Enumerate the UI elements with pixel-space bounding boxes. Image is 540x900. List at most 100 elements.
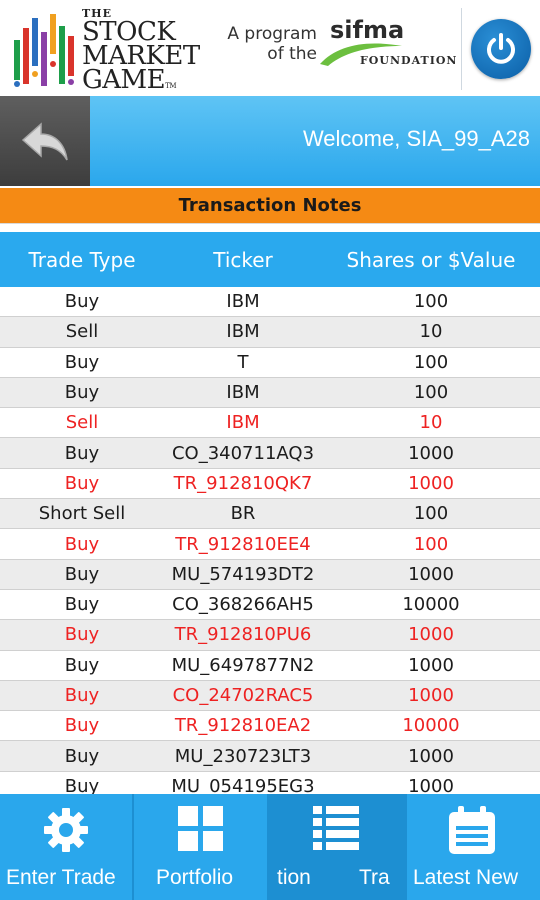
nav-label: Latest New	[413, 866, 519, 889]
calendar-icon	[449, 806, 495, 854]
stock-market-game-logo-icon	[14, 14, 74, 87]
logout-button[interactable]	[461, 8, 540, 90]
trade-type-cell: Buy	[64, 563, 100, 585]
value-cell: 100	[413, 503, 449, 525]
ticker-cell: TR_912810EA2	[174, 715, 312, 737]
ticker-cell: BR	[230, 503, 256, 525]
back-button[interactable]	[0, 96, 90, 186]
trade-type-cell: Buy	[64, 624, 100, 646]
ticker-cell: TR_912810QK7	[173, 472, 313, 494]
nav-enter-trade[interactable]: Enter Trade	[0, 794, 134, 900]
trade-type-cell: Buy	[64, 654, 100, 676]
table-header: Trade Type Ticker Shares or $Value	[0, 232, 540, 287]
ticker-cell: TR_912810PU6	[174, 624, 312, 646]
app-header: THE STOCK MARKET GAMETM A program of the…	[0, 0, 540, 96]
nav-label: Enter Trade	[6, 866, 116, 889]
ticker-cell: MU_230723LT3	[174, 745, 312, 767]
trade-type-cell: Sell	[65, 321, 99, 343]
table-row[interactable]: Buy CO_340711AQ3 1000	[0, 438, 540, 469]
trade-type-cell: Buy	[64, 472, 100, 494]
trade-type-cell: Buy	[64, 442, 100, 464]
power-icon	[471, 19, 531, 79]
section-title: Transaction Notes	[0, 188, 540, 224]
table-row[interactable]: Buy TR_912810PU6 1000	[0, 620, 540, 651]
gear-icon	[44, 808, 88, 852]
value-cell: 10000	[402, 594, 460, 616]
grid-icon	[178, 806, 223, 851]
ticker-cell: IBM	[226, 321, 260, 343]
ticker-cell: IBM	[226, 291, 260, 313]
trade-type-cell: Sell	[65, 412, 99, 434]
ticker-cell: CO_368266AH5	[172, 594, 314, 616]
value-cell: 1000	[408, 654, 454, 676]
stock-market-game-logo-text: THE STOCK MARKET GAMETM	[82, 8, 200, 98]
table-row[interactable]: Sell IBM 10	[0, 317, 540, 348]
table-row[interactable]: Buy TR_912810EE4 100	[0, 529, 540, 560]
nav-transactions[interactable]: tion Tra	[269, 794, 407, 900]
logo-game: GAMETM	[82, 65, 176, 95]
table-row[interactable]: Short Sell BR 100	[0, 499, 540, 530]
table-row[interactable]: Buy CO_24702RAC5 1000	[0, 680, 540, 712]
trade-type-cell: Buy	[64, 351, 100, 373]
trade-type-cell: Buy	[64, 382, 100, 404]
list-icon	[313, 806, 359, 850]
back-arrow-icon	[21, 122, 68, 161]
value-cell: 1000	[408, 745, 454, 767]
ticker-cell: IBM	[226, 412, 260, 434]
trade-type-cell: Buy	[64, 685, 100, 706]
ticker-cell: CO_24702RAC5	[172, 685, 314, 706]
trade-type-cell: Buy	[64, 715, 100, 737]
value-cell: 1000	[408, 563, 454, 585]
value-cell: 10	[419, 412, 443, 434]
trade-type-cell: Buy	[64, 291, 100, 313]
ticker-cell: MU_054195EG3	[171, 775, 315, 794]
table-row[interactable]: Buy CO_368266AH5 10000	[0, 590, 540, 621]
welcome-message: Welcome, SIA_99_A28	[302, 126, 530, 151]
column-header-shares-value: Shares or $Value	[346, 247, 516, 272]
value-cell: 10000	[402, 715, 460, 737]
value-cell: 100	[413, 291, 449, 313]
program-of-text: A program of the	[227, 24, 317, 64]
nav-label: Tra	[359, 866, 390, 889]
table-row[interactable]: Buy MU_230723LT3 1000	[0, 741, 540, 772]
trade-type-cell: Buy	[64, 775, 100, 794]
ticker-cell: IBM	[226, 382, 260, 404]
sifma-foundation-logo: sifma FOUNDATION	[318, 16, 460, 76]
value-cell: 1000	[408, 775, 454, 794]
value-cell: 100	[413, 533, 449, 555]
table-row[interactable]: Buy T 100	[0, 348, 540, 378]
transaction-list[interactable]: Buy IBM 100 Sell IBM 10 Buy T 100 Buy IBM 100 Se…	[0, 287, 540, 794]
trade-type-cell: Short Sell	[38, 503, 126, 525]
table-row[interactable]: Buy IBM 100	[0, 377, 540, 409]
value-cell: 1000	[408, 442, 454, 464]
sifma-word: sifma	[330, 16, 405, 44]
sifma-foundation: FOUNDATION	[360, 54, 458, 67]
nav-label: Portfolio	[156, 866, 234, 889]
table-row[interactable]: Buy TR_912810EA2 10000	[0, 711, 540, 742]
welcome-bar: Welcome, SIA_99_A28	[0, 96, 540, 186]
table-row[interactable]: Buy MU_574193DT2 1000	[0, 559, 540, 590]
nav-label: tion	[277, 866, 311, 889]
trade-type-cell: Buy	[64, 533, 100, 555]
value-cell: 10	[419, 321, 443, 343]
trade-type-cell: Buy	[64, 594, 100, 616]
ticker-cell: CO_340711AQ3	[171, 442, 315, 464]
table-row[interactable]: Sell IBM 10	[0, 408, 540, 439]
table-row[interactable]: Buy MU_054195EG3 1000	[0, 772, 540, 794]
value-cell: 100	[413, 382, 449, 404]
column-header-ticker: Ticker	[213, 247, 273, 272]
column-header-trade-type: Trade Type	[28, 247, 136, 272]
ticker-cell: TR_912810EE4	[175, 533, 311, 555]
ticker-cell: MU_6497877N2	[171, 654, 315, 676]
nav-portfolio[interactable]: Portfolio	[134, 794, 269, 900]
value-cell: 100	[413, 351, 449, 373]
table-row[interactable]: Buy IBM 100	[0, 287, 540, 318]
nav-latest-news[interactable]: Latest New	[407, 794, 540, 900]
trade-type-cell: Buy	[64, 745, 100, 767]
ticker-cell: T	[237, 351, 249, 373]
table-row[interactable]: Buy MU_6497877N2 1000	[0, 651, 540, 681]
table-row[interactable]: Buy TR_912810QK7 1000	[0, 469, 540, 500]
value-cell: 1000	[408, 472, 454, 494]
value-cell: 1000	[408, 624, 454, 646]
bottom-nav: Enter Trade Portfolio tion Tra Latest Ne…	[0, 794, 540, 900]
